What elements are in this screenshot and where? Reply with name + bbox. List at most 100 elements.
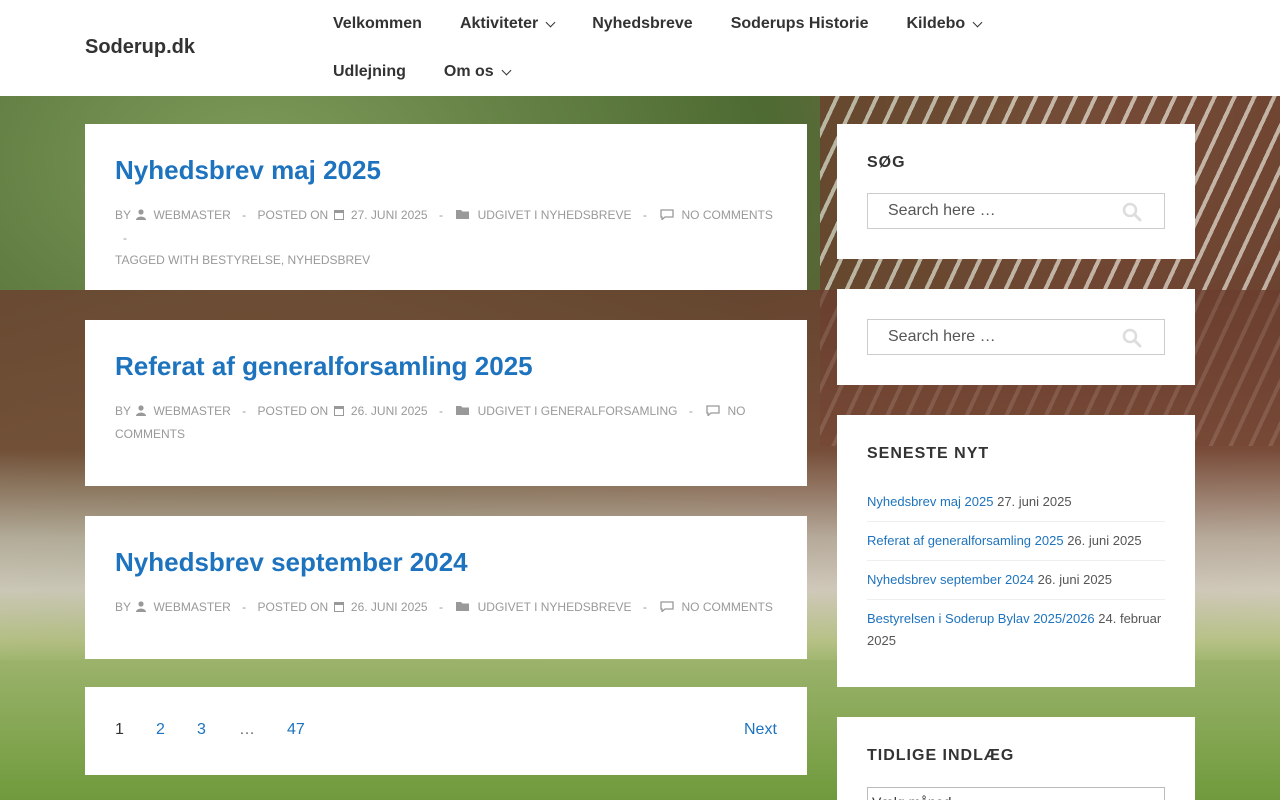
archive-widget: TIDLIGE INDLÆG Vælg måned xyxy=(837,717,1195,800)
comment-icon xyxy=(706,401,720,423)
author-link[interactable]: WEBMASTER xyxy=(153,208,230,222)
recent-posts-list: Nyhedsbrev maj 2025 27. juni 2025 Refera… xyxy=(867,491,1165,660)
author-link[interactable]: WEBMASTER xyxy=(153,600,230,614)
comment-icon xyxy=(660,205,674,227)
date-link[interactable]: 26. JUNI 2025 xyxy=(351,404,428,418)
next-page-link[interactable]: Next xyxy=(744,721,777,739)
user-icon xyxy=(136,205,147,227)
meta-separator: - xyxy=(123,231,127,245)
list-item: Nyhedsbrev maj 2025 27. juni 2025 xyxy=(867,491,1165,522)
post-meta: BY WEBMASTER - POSTED ON 26. JUNI 2025 -… xyxy=(115,596,777,619)
post-card: Nyhedsbrev maj 2025 BY WEBMASTER - POSTE… xyxy=(85,124,807,290)
user-icon xyxy=(136,597,147,619)
category-link[interactable]: UDGIVET I NYHEDSBREVE xyxy=(478,208,632,222)
tag-link[interactable]: BESTYRELSE xyxy=(202,253,281,267)
search-box xyxy=(867,319,1165,355)
main-nav: Velkommen Aktiviteter Nyhedsbreve Soderu… xyxy=(333,0,1123,96)
nav-item-velkommen[interactable]: Velkommen xyxy=(333,0,422,48)
page-link-3[interactable]: 3 xyxy=(197,721,206,739)
meta-separator: - xyxy=(438,600,443,614)
chevron-down-icon xyxy=(501,65,512,76)
user-icon xyxy=(136,401,147,423)
recent-post-date: 26. juni 2025 xyxy=(1067,533,1142,548)
folder-icon xyxy=(456,401,470,423)
post-meta: BY WEBMASTER - POSTED ON 27. JUNI 2025 -… xyxy=(115,204,777,271)
post-card: Nyhedsbrev september 2024 BY WEBMASTER -… xyxy=(85,516,807,659)
comments-text-a: NO xyxy=(727,404,746,418)
comments-link[interactable]: NO COMMENTS xyxy=(682,600,773,614)
nav-item-om-os[interactable]: Om os xyxy=(443,48,512,96)
date-link[interactable]: 26. JUNI 2025 xyxy=(351,600,428,614)
author-link[interactable]: WEBMASTER xyxy=(153,404,230,418)
post-title[interactable]: Referat af generalforsamling 2025 xyxy=(115,350,777,382)
meta-separator: - xyxy=(438,404,443,418)
nav-item-aktiviteter[interactable]: Aktiviteter xyxy=(459,0,556,48)
recent-post-date: 27. juni 2025 xyxy=(997,494,1072,509)
recent-post-date: 26. juni 2025 xyxy=(1037,572,1113,587)
comment-icon xyxy=(660,597,674,619)
post-title[interactable]: Nyhedsbrev maj 2025 xyxy=(115,154,777,186)
meta-separator: - xyxy=(642,600,647,614)
nav-item-label: Aktiviteter xyxy=(459,15,539,32)
nav-item-label: Nyhedsbreve xyxy=(592,15,693,32)
category-link[interactable]: UDGIVET I NYHEDSBREVE xyxy=(478,600,632,614)
post-title[interactable]: Nyhedsbrev september 2024 xyxy=(115,546,777,578)
meta-posted-label: POSTED ON xyxy=(257,600,329,614)
recent-post-link[interactable]: Bestyrelsen i Soderup Bylav 2025/2026 xyxy=(867,611,1095,626)
post-card: Referat af generalforsamling 2025 BY WEB… xyxy=(85,320,807,486)
site-header: Soderup.dk Velkommen Aktiviteter Nyhedsb… xyxy=(0,0,1280,96)
search-input[interactable] xyxy=(868,194,1164,228)
widget-title: SØG xyxy=(867,154,906,171)
search-widget xyxy=(837,289,1195,385)
nav-item-udlejning[interactable]: Udlejning xyxy=(333,48,406,96)
list-item: Nyhedsbrev september 2024 26. juni 2025 xyxy=(867,561,1165,600)
date-link[interactable]: 27. JUNI 2025 xyxy=(351,208,428,222)
nav-item-kildebo[interactable]: Kildebo xyxy=(906,0,983,48)
page-current: 1 xyxy=(115,721,124,738)
search-widget: SØG xyxy=(837,124,1195,259)
comments-text-b: COMMENTS xyxy=(115,427,185,441)
page-link-last[interactable]: 47 xyxy=(287,721,305,739)
meta-separator: - xyxy=(438,208,443,222)
search-input[interactable] xyxy=(868,320,1164,354)
archive-select[interactable]: Vælg måned xyxy=(867,787,1165,800)
recent-posts-widget: SENESTE NYT Nyhedsbrev maj 2025 27. juni… xyxy=(837,415,1195,687)
tag-link[interactable]: NYHEDSBREV xyxy=(288,253,371,267)
nav-item-label: Om os xyxy=(443,63,494,80)
nav-item-soderups-historie[interactable]: Soderups Historie xyxy=(731,0,869,48)
calendar-icon xyxy=(333,401,344,423)
meta-tagged-label: TAGGED WITH xyxy=(115,253,199,267)
calendar-icon xyxy=(333,597,344,619)
pagination: 1 2 3 … 47 Next xyxy=(85,687,807,775)
recent-post-link[interactable]: Nyhedsbrev september 2024 xyxy=(867,572,1034,587)
folder-icon xyxy=(456,597,470,619)
chevron-down-icon xyxy=(545,17,556,28)
meta-separator: - xyxy=(688,404,693,418)
meta-separator: - xyxy=(242,404,247,418)
meta-by-label: BY xyxy=(115,600,131,614)
search-icon[interactable] xyxy=(1122,328,1144,350)
nav-item-label: Soderups Historie xyxy=(730,15,869,32)
search-box xyxy=(867,193,1165,229)
comments-link[interactable]: NO COMMENTS xyxy=(682,208,773,222)
nav-item-nyhedsbreve[interactable]: Nyhedsbreve xyxy=(592,0,693,48)
recent-post-link[interactable]: Referat af generalforsamling 2025 xyxy=(867,533,1064,548)
page-ellipsis: … xyxy=(239,721,255,738)
recent-post-link[interactable]: Nyhedsbrev maj 2025 xyxy=(867,494,993,509)
post-meta: BY WEBMASTER - POSTED ON 26. JUNI 2025 -… xyxy=(115,400,777,445)
search-icon[interactable] xyxy=(1122,202,1144,224)
nav-item-label: Udlejning xyxy=(333,63,406,80)
page-link-2[interactable]: 2 xyxy=(156,721,165,739)
meta-separator: - xyxy=(642,208,647,222)
widget-title: TIDLIGE INDLÆG xyxy=(867,747,1015,764)
list-item: Bestyrelsen i Soderup Bylav 2025/2026 24… xyxy=(867,600,1165,660)
list-item: Referat af generalforsamling 2025 26. ju… xyxy=(867,522,1165,561)
calendar-icon xyxy=(333,205,344,227)
folder-icon xyxy=(456,205,470,227)
site-title[interactable]: Soderup.dk xyxy=(85,36,195,59)
meta-by-label: BY xyxy=(115,208,131,222)
nav-item-label: Kildebo xyxy=(906,15,966,32)
category-link[interactable]: UDGIVET I GENERALFORSAMLING xyxy=(478,404,678,418)
meta-posted-label: POSTED ON xyxy=(257,208,329,222)
meta-separator: - xyxy=(242,600,247,614)
